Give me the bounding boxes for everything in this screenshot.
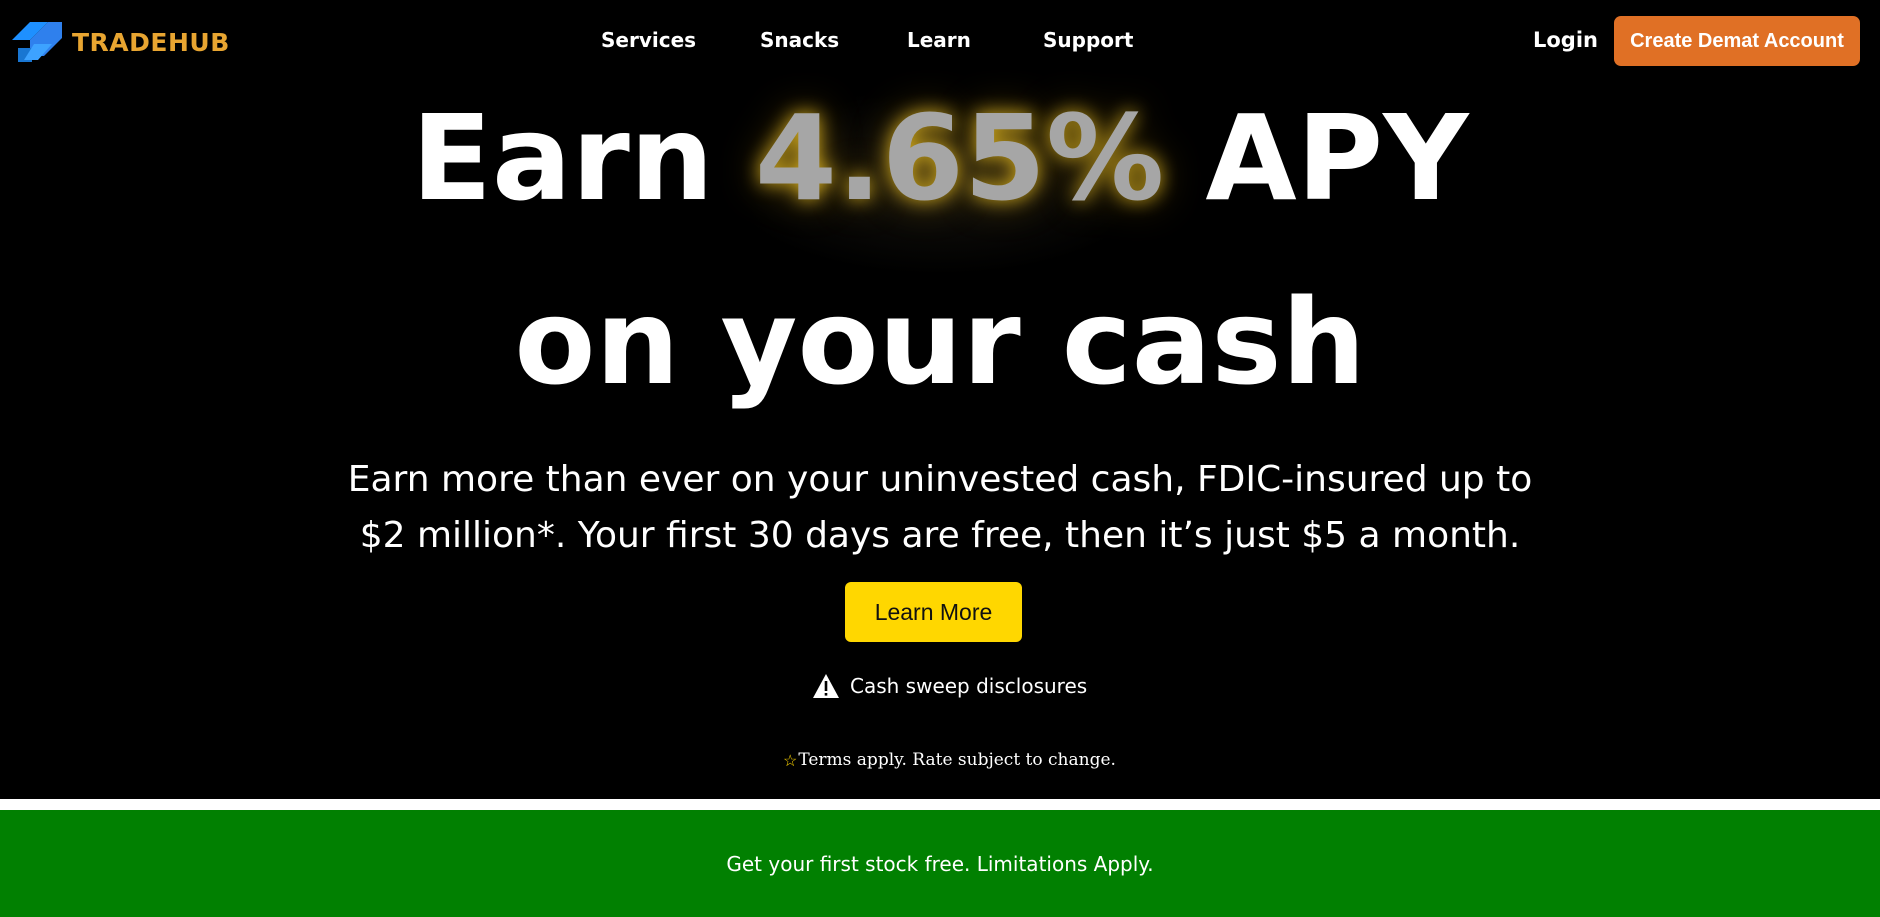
top-navbar: TRADEHUB Services Snacks Learn Support L… [0, 0, 1880, 84]
create-demat-account-button[interactable]: Create Demat Account [1614, 16, 1860, 66]
headline-line-1: Earn 4.65% APY [0, 88, 1880, 228]
subtitle-line-2: $2 million*. Your first 30 days are free… [359, 515, 1521, 556]
disclosure-label: Cash sweep disclosures [850, 674, 1088, 698]
star-icon: ☆ [783, 750, 798, 770]
nav-links: Services Snacks Learn Support [0, 28, 1880, 58]
nav-item-snacks[interactable]: Snacks [760, 28, 839, 52]
headline-line-2: on your cash [514, 273, 1366, 411]
promo-text: Get your first stock free. Limitations A… [726, 851, 1154, 876]
hero-section: TRADEHUB Services Snacks Learn Support L… [0, 0, 1880, 799]
nav-item-services[interactable]: Services [601, 28, 696, 52]
headline-rate: 4.65% [754, 89, 1165, 227]
terms-text: Terms apply. Rate subject to change. [798, 750, 1116, 770]
warning-icon [813, 674, 839, 698]
cash-sweep-disclosures-link[interactable]: Cash sweep disclosures [812, 673, 1087, 699]
hero-subtitle: Earn more than ever on your uninvested c… [340, 452, 1540, 564]
subtitle-line-1: Earn more than ever on your uninvested c… [347, 459, 1533, 500]
terms-note: ☆ Terms apply. Rate subject to change. [783, 750, 1116, 770]
learn-more-button[interactable]: Learn More [845, 582, 1022, 642]
headline-prefix: Earn [411, 89, 755, 227]
headline-suffix: APY [1164, 89, 1469, 227]
nav-item-learn[interactable]: Learn [907, 28, 971, 52]
login-link[interactable]: Login [1533, 28, 1598, 52]
promo-banner: Get your first stock free. Limitations A… [0, 810, 1880, 917]
nav-item-support[interactable]: Support [1043, 28, 1133, 52]
